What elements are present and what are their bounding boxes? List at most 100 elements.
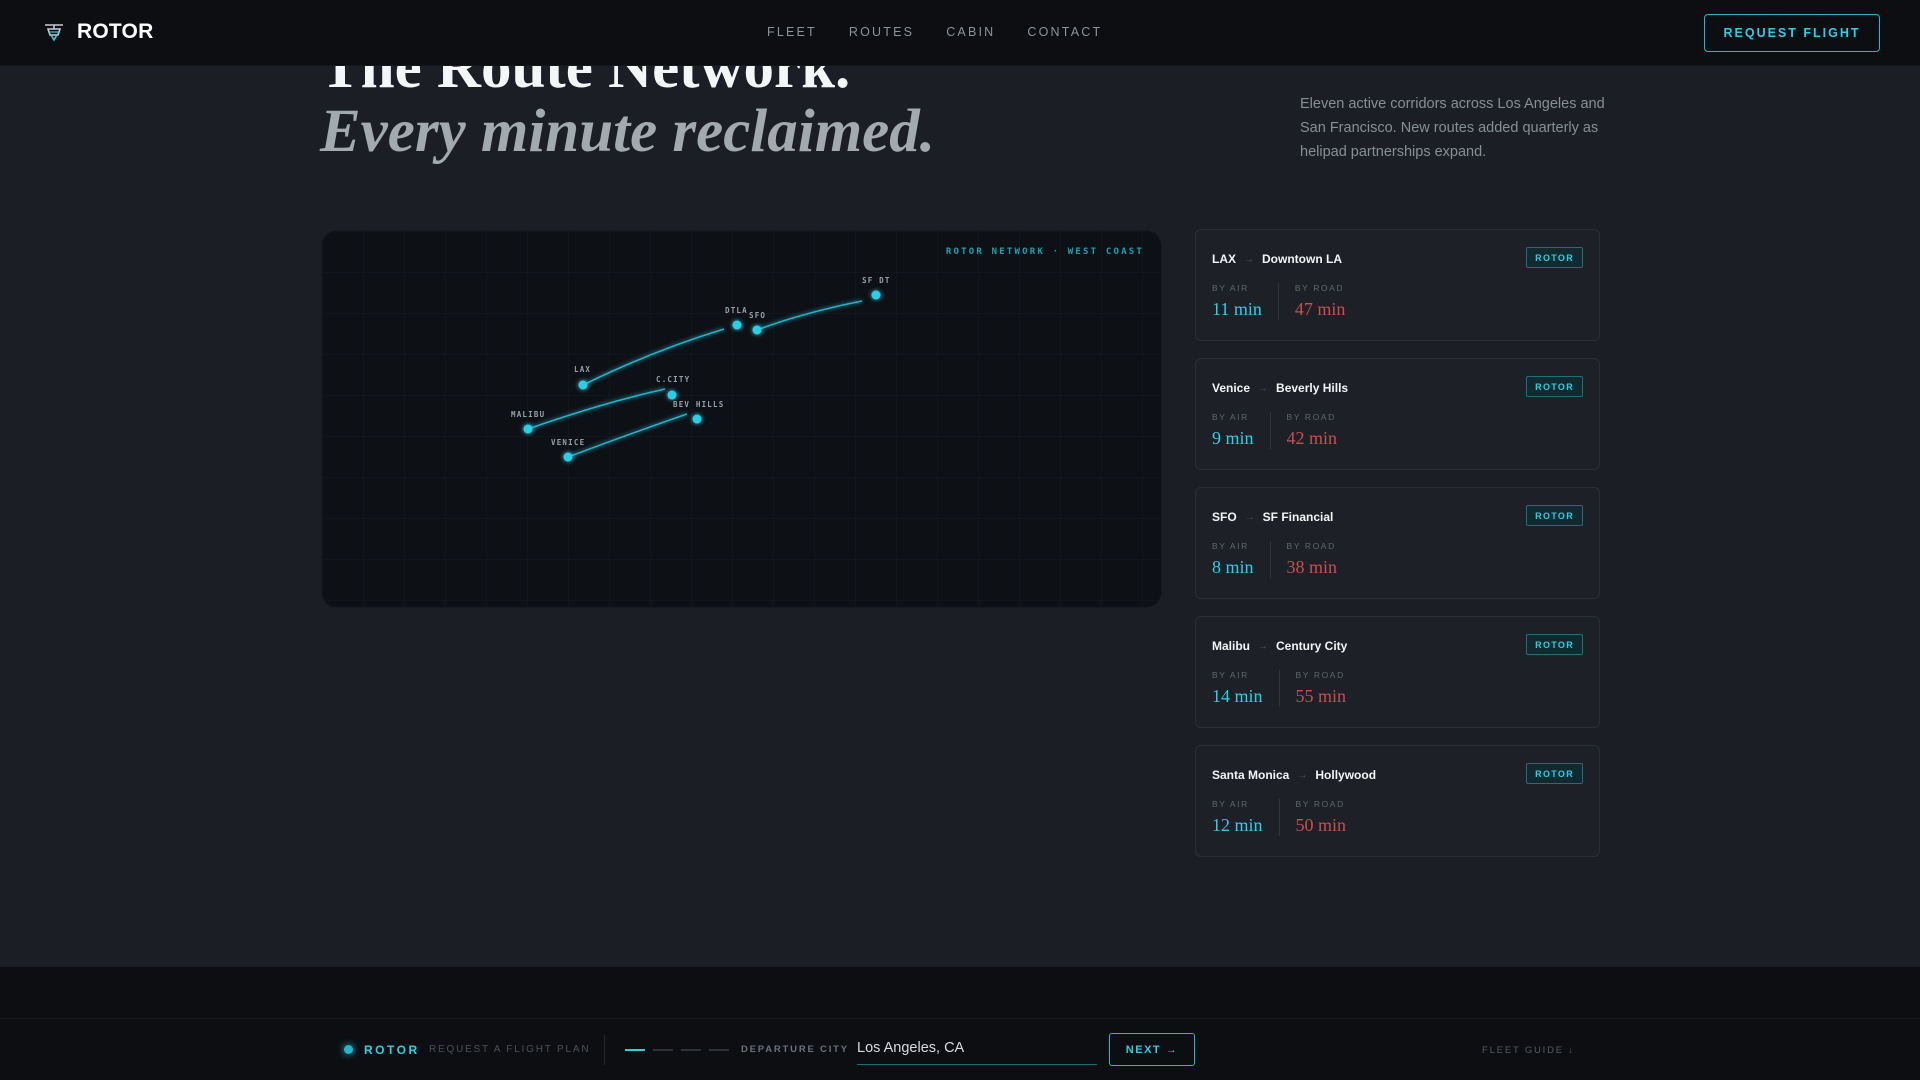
rotor-badge: ROTOR (1526, 505, 1583, 526)
route-card-list: LAX → Downtown LA ROTOR BY AIR 11 min BY… (1195, 229, 1600, 874)
nav-links: FLEET ROUTES CABIN CONTACT (767, 25, 1102, 39)
road-time-label: BY ROAD (1295, 799, 1345, 809)
road-time-label: BY ROAD (1286, 541, 1336, 551)
air-time-stat: BY AIR 11 min (1212, 283, 1262, 320)
arrow-right-icon: → (1297, 769, 1308, 781)
air-time-value: 12 min (1212, 815, 1263, 835)
nav-link-cabin[interactable]: CABIN (946, 25, 995, 39)
map-label-venice: VENICE (551, 438, 585, 447)
map-node-dtla[interactable] (732, 320, 742, 330)
air-time-label: BY AIR (1212, 670, 1249, 680)
map-node-lax[interactable] (578, 380, 588, 390)
arrow-right-icon: → (1258, 382, 1269, 394)
map-label-malibu: MALIBU (511, 410, 545, 419)
map-node-ccity[interactable] (667, 390, 677, 400)
route-stats: BY AIR 14 min BY ROAD 55 min (1212, 670, 1346, 707)
booking-step-label: REQUEST A FLIGHT PLAN (429, 1044, 591, 1055)
route-stats: BY AIR 9 min BY ROAD 42 min (1212, 412, 1337, 449)
request-flight-button[interactable]: REQUEST FLIGHT (1704, 14, 1880, 52)
route-name: LAX → Downtown LA (1212, 252, 1342, 266)
route-origin: SFO (1212, 510, 1237, 524)
arrow-right-icon: → (1244, 253, 1254, 265)
fleet-guide-link[interactable]: FLEET GUIDE ↓ (1482, 1045, 1575, 1056)
road-time-value: 47 min (1294, 299, 1346, 319)
map-label-sf-dt: SF DT (862, 276, 891, 285)
progress-step-1 (625, 1049, 645, 1051)
progress-step-3 (681, 1049, 701, 1051)
road-time-label: BY ROAD (1286, 412, 1336, 422)
route-stats: BY AIR 12 min BY ROAD 50 min (1212, 799, 1346, 836)
status-dot-icon (344, 1045, 353, 1054)
route-card[interactable]: SFO → SF Financial ROTOR BY AIR 8 min BY… (1195, 487, 1600, 599)
route-destination: Century City (1276, 639, 1348, 653)
arrow-right-icon: → (1258, 640, 1268, 652)
map-node-sf-dt[interactable] (871, 290, 881, 300)
road-time-value: 55 min (1295, 686, 1347, 706)
road-time-value: 50 min (1295, 815, 1347, 835)
map-node-bev-hills[interactable] (692, 414, 702, 424)
road-time-stat: BY ROAD 42 min (1269, 412, 1338, 449)
route-card[interactable]: LAX → Downtown LA ROTOR BY AIR 11 min BY… (1195, 229, 1600, 341)
map-title: ROTOR NETWORK · WEST COAST (945, 247, 1144, 257)
rotor-badge: ROTOR (1526, 763, 1583, 784)
route-card[interactable]: Santa Monica → Hollywood ROTOR BY AIR 12… (1195, 745, 1600, 857)
booking-bar-brand: ROTOR (364, 1043, 420, 1057)
road-time-stat: BY ROAD 38 min (1269, 541, 1338, 578)
nav-link-contact[interactable]: CONTACT (1027, 25, 1102, 39)
air-time-label: BY AIR (1212, 799, 1249, 809)
brand-logo[interactable]: ROTOR (43, 20, 153, 44)
map-grid (322, 231, 1161, 607)
page: The Route Network. Every minute reclaime… (0, 0, 1920, 1080)
route-card[interactable]: Venice → Beverly Hills ROTOR BY AIR 9 mi… (1195, 358, 1600, 470)
route-origin: Santa Monica (1212, 768, 1290, 782)
route-name: Malibu → Century City (1212, 639, 1347, 653)
departure-city-label: DEPARTURE CITY (741, 1044, 849, 1055)
next-button[interactable]: NEXT → (1109, 1033, 1195, 1066)
top-nav: ROTOR FLEET ROUTES CABIN CONTACT REQUEST… (0, 0, 1920, 66)
map-label-sfo: SFO (749, 311, 766, 320)
air-time-stat: BY AIR 9 min (1212, 412, 1254, 449)
air-time-value: 9 min (1212, 428, 1254, 448)
route-destination: SF Financial (1262, 510, 1334, 524)
departure-city-input[interactable] (857, 1034, 1097, 1065)
route-stats: BY AIR 8 min BY ROAD 38 min (1212, 541, 1337, 578)
booking-progress (625, 1049, 729, 1051)
air-time-label: BY AIR (1212, 283, 1249, 293)
road-time-label: BY ROAD (1295, 670, 1345, 680)
route-name: SFO → SF Financial (1212, 510, 1333, 524)
map-label-bev-hills: BEV HILLS (673, 400, 724, 409)
nav-link-routes[interactable]: ROUTES (849, 25, 914, 39)
route-destination: Hollywood (1315, 768, 1377, 782)
footer-divider (0, 1018, 1920, 1019)
nav-link-fleet[interactable]: FLEET (767, 25, 817, 39)
rotor-badge: ROTOR (1526, 376, 1583, 397)
rotor-badge: ROTOR (1526, 247, 1583, 268)
route-map-canvas: SF DT DTLA SFO LAX C.CITY MALIBU BEV HIL… (322, 231, 1161, 607)
hero-subtitle: Every minute reclaimed. (320, 98, 935, 165)
air-time-label: BY AIR (1212, 541, 1249, 551)
road-time-stat: BY ROAD 50 min (1278, 799, 1347, 836)
map-node-sfo[interactable] (752, 325, 762, 335)
progress-step-4 (709, 1049, 729, 1051)
helicopter-icon (45, 24, 63, 42)
road-time-value: 42 min (1286, 428, 1338, 448)
booking-bar-divider (604, 1035, 605, 1065)
road-time-stat: BY ROAD 55 min (1278, 670, 1347, 707)
route-card[interactable]: Malibu → Century City ROTOR BY AIR 14 mi… (1195, 616, 1600, 728)
rotor-badge: ROTOR (1526, 634, 1583, 655)
map-node-malibu[interactable] (523, 424, 533, 434)
route-origin: Malibu (1212, 639, 1250, 653)
air-time-value: 11 min (1212, 299, 1262, 319)
route-origin: Venice (1212, 381, 1251, 395)
hero-description: Eleven active corridors across Los Angel… (1300, 96, 1605, 160)
air-time-stat: BY AIR 8 min (1212, 541, 1254, 578)
route-name: Santa Monica → Hollywood (1212, 768, 1376, 782)
map-node-venice[interactable] (563, 452, 573, 462)
road-time-stat: BY ROAD 47 min (1277, 283, 1346, 320)
air-time-stat: BY AIR 12 min (1212, 799, 1263, 836)
road-time-value: 38 min (1286, 557, 1338, 577)
route-destination: Downtown LA (1262, 252, 1342, 266)
air-time-value: 8 min (1212, 557, 1254, 577)
route-origin: LAX (1212, 252, 1236, 266)
map-label-dtla: DTLA (725, 306, 748, 315)
